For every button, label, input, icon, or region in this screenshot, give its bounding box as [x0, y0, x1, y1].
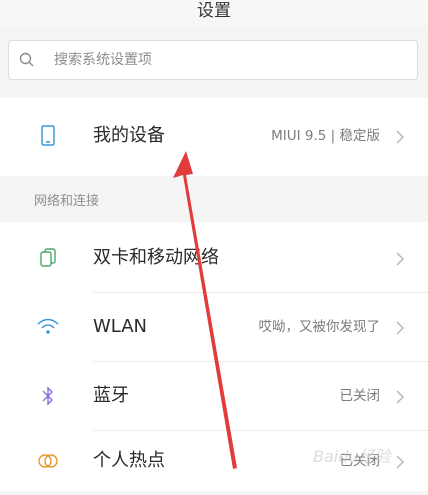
search-input[interactable]: 搜索系统设置项 [8, 40, 418, 80]
my-device-label: 我的设备 [93, 125, 165, 146]
search-icon [19, 52, 35, 72]
settings-item-value: 已关闭 [339, 388, 381, 404]
section-title-network: 网络和连接 [34, 194, 100, 209]
chevron-right-icon [395, 454, 405, 473]
settings-item-wlan[interactable]: WLAN 哎呦，又被你发现了 [0, 293, 428, 361]
settings-item-value: 哎呦，又被你发现了 [258, 319, 381, 335]
my-device-row[interactable]: 我的设备 MIUI 9.5 | 稳定版 [0, 102, 428, 170]
settings-item-label: 个人热点 [93, 450, 165, 471]
search-area: 搜索系统设置项 [0, 28, 428, 94]
chevron-right-icon [395, 251, 405, 270]
search-placeholder: 搜索系统设置项 [54, 52, 152, 68]
settings-header: 设置 [0, 0, 428, 28]
wifi-icon [36, 316, 60, 338]
settings-item-label: 蓝牙 [93, 385, 129, 406]
settings-item-dual-sim[interactable]: 双卡和移动网络 [0, 224, 428, 292]
settings-item-label: 双卡和移动网络 [93, 247, 219, 268]
dual-sim-icon [36, 247, 60, 269]
my-device-value: MIUI 9.5 | 稳定版 [271, 128, 380, 144]
chevron-right-icon [395, 389, 405, 408]
chevron-right-icon [395, 320, 405, 339]
bluetooth-icon [36, 385, 60, 407]
settings-item-label: WLAN [93, 316, 148, 337]
chevron-right-icon [395, 129, 405, 148]
settings-item-bluetooth[interactable]: 蓝牙 已关闭 [0, 362, 428, 430]
page-title: 设置 [197, 1, 231, 21]
watermark: Baidu经验 [313, 447, 391, 466]
phone-icon [36, 125, 60, 147]
my-device-card: 我的设备 MIUI 9.5 | 稳定版 [0, 98, 428, 176]
hotspot-icon [36, 450, 60, 472]
